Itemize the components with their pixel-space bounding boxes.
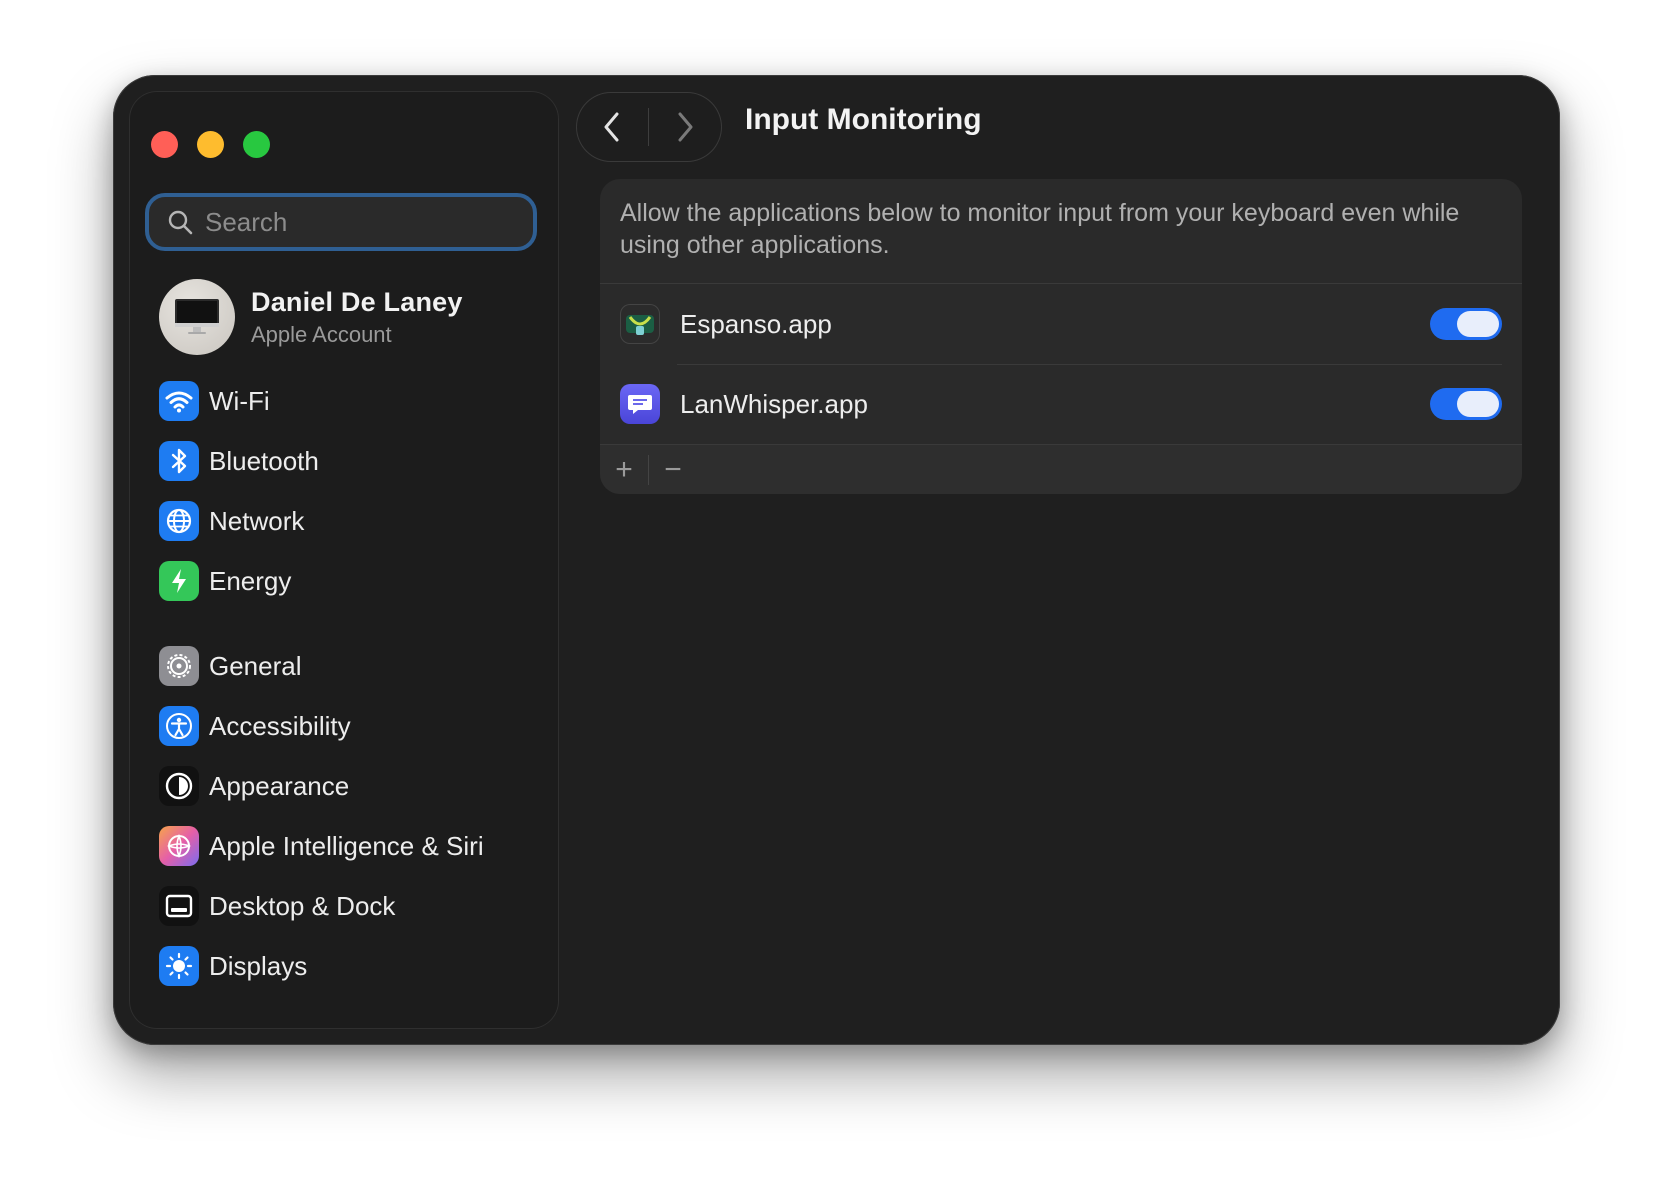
navigation-buttons [576,92,722,162]
input-monitoring-panel: Allow the applications below to monitor … [600,179,1522,494]
sidebar-item-label: Appearance [209,770,350,801]
app-name: LanWhisper.app [680,388,868,419]
forward-button[interactable] [649,92,721,162]
app-row-espanso: Espanso.app [600,284,1522,364]
search-icon [168,210,193,235]
list-footer: + − [600,444,1522,494]
sidebar: Daniel De Laney Apple Account Wi-Fi [129,91,559,1029]
sidebar-item-accessibility[interactable]: Accessibility [159,704,351,748]
appearance-icon [159,766,199,806]
panel-description: Allow the applications below to monitor … [620,199,1460,259]
sun-icon [159,946,199,986]
app-name: Espanso.app [680,308,832,339]
sidebar-item-label: Desktop & Dock [209,890,396,921]
wifi-icon [159,381,199,421]
accessibility-icon [159,706,199,746]
siri-icon [159,826,199,866]
zoom-button[interactable] [243,131,270,158]
chevron-left-icon [604,112,619,142]
lanwhisper-toggle[interactable] [1430,388,1502,420]
sidebar-item-label: Displays [209,950,308,981]
espanso-toggle[interactable] [1430,308,1502,340]
sidebar-item-label: Apple Intelligence & Siri [209,830,484,861]
chevron-right-icon [678,112,693,142]
imac-icon [175,299,219,334]
traffic-lights [151,131,270,158]
sidebar-item-bluetooth[interactable]: Bluetooth [159,439,319,483]
bluetooth-icon [159,441,199,481]
account-name: Daniel De Laney [251,286,463,317]
app-row-lanwhisper: LanWhisper.app [600,364,1522,444]
close-button[interactable] [151,131,178,158]
dock-icon [159,886,199,926]
remove-app-button[interactable]: − [649,450,697,490]
toggle-knob [1457,311,1499,337]
settings-window: Daniel De Laney Apple Account Wi-Fi [113,75,1560,1045]
bolt-icon [159,561,199,601]
sidebar-item-desktop-dock[interactable]: Desktop & Dock [159,884,395,928]
sidebar-item-network[interactable]: Network [159,499,304,543]
toggle-knob [1457,391,1499,417]
account-subtitle: Apple Account [251,321,392,347]
page-title: Input Monitoring [745,103,982,136]
espanso-icon [620,304,660,344]
add-app-button[interactable]: + [600,450,648,490]
sidebar-item-appearance[interactable]: Appearance [159,764,349,808]
lanwhisper-icon [620,384,660,424]
gear-icon [159,646,199,686]
back-button[interactable] [576,92,648,162]
sidebar-item-displays[interactable]: Displays [159,944,307,988]
sidebar-item-apple-intelligence[interactable]: Apple Intelligence & Siri [159,824,484,868]
minimize-button[interactable] [197,131,224,158]
search-input[interactable] [203,205,507,239]
sidebar-item-label: General [209,650,302,681]
sidebar-item-label: Wi-Fi [209,385,270,416]
globe-icon [159,501,199,541]
sidebar-item-label: Accessibility [209,710,351,741]
sidebar-item-label: Network [209,505,305,536]
sidebar-item-energy[interactable]: Energy [159,559,291,603]
sidebar-item-wifi[interactable]: Wi-Fi [159,379,270,423]
sidebar-item-general[interactable]: General [159,644,302,688]
sidebar-item-label: Energy [209,565,292,596]
avatar [159,279,235,355]
search-field[interactable] [145,193,537,251]
apple-account[interactable]: Daniel De Laney Apple Account [159,279,463,355]
sidebar-item-label: Bluetooth [209,445,319,476]
